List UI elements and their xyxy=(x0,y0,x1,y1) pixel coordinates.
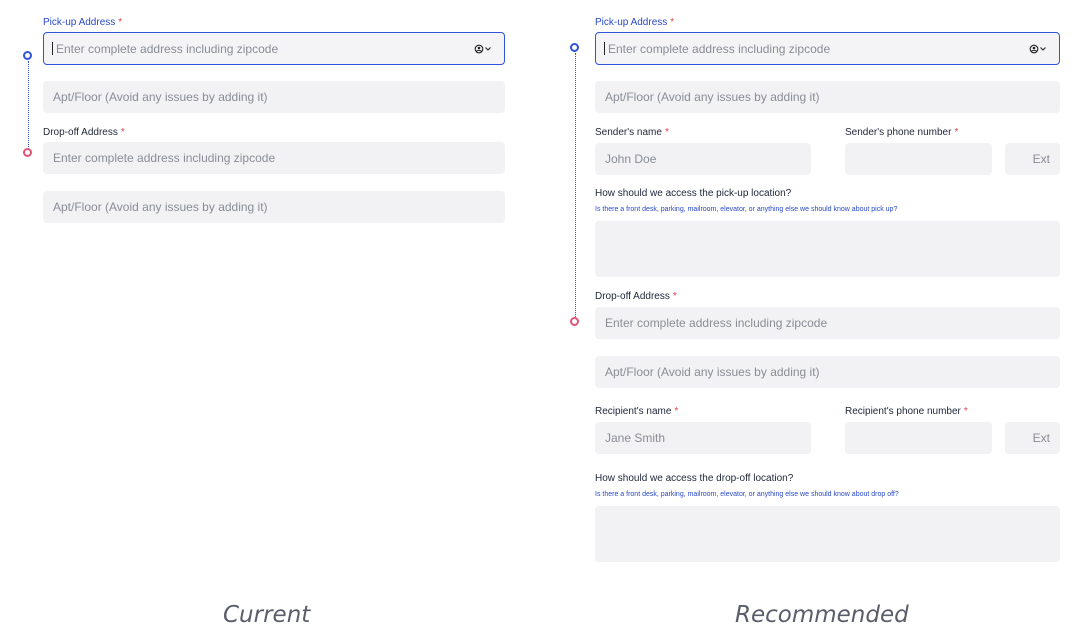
pickup-access-label: How should we access the pick-up locatio… xyxy=(595,188,792,199)
sender-phone-label: Sender's phone number * xyxy=(845,127,959,138)
dropoff-access-textarea[interactable] xyxy=(595,506,1060,562)
sender-ext-input[interactable]: Ext xyxy=(1005,143,1060,175)
recipient-phone-input[interactable] xyxy=(845,422,992,454)
dropoff-marker-icon xyxy=(570,317,579,326)
dropoff-address-input[interactable]: Enter complete address including zipcode xyxy=(595,307,1060,339)
dropoff-access-hint: Is there a front desk, parking, mailroom… xyxy=(595,491,899,498)
pickup-address-input[interactable]: Enter complete address including zipcode xyxy=(595,32,1060,65)
pickup-access-textarea[interactable] xyxy=(595,221,1060,277)
sender-phone-input[interactable] xyxy=(845,143,992,175)
recipient-name-input[interactable]: Jane Smith xyxy=(595,422,811,454)
recipient-ext-input[interactable]: Ext xyxy=(1005,422,1060,454)
current-location-icon[interactable] xyxy=(1029,44,1047,54)
recommended-caption: Recommended xyxy=(735,602,909,628)
text-caret xyxy=(604,42,605,55)
recipient-name-label: Recipient's name * xyxy=(595,406,679,417)
route-line xyxy=(575,53,576,317)
recommended-form-panel: Pick-up Address * Enter complete address … xyxy=(0,0,1081,631)
pickup-apt-input[interactable]: Apt/Floor (Avoid any issues by adding it… xyxy=(595,81,1060,113)
dropoff-apt-input[interactable]: Apt/Floor (Avoid any issues by adding it… xyxy=(595,356,1060,388)
pickup-access-hint: Is there a front desk, parking, mailroom… xyxy=(595,206,898,213)
dropoff-address-label: Drop-off Address * xyxy=(595,291,677,302)
pickup-address-label: Pick-up Address * xyxy=(595,17,675,28)
sender-name-input[interactable]: John Doe xyxy=(595,143,811,175)
pickup-marker-icon xyxy=(570,43,579,52)
recipient-phone-label: Recipient's phone number * xyxy=(845,406,968,417)
sender-name-label: Sender's name * xyxy=(595,127,669,138)
dropoff-access-label: How should we access the drop-off locati… xyxy=(595,473,794,484)
